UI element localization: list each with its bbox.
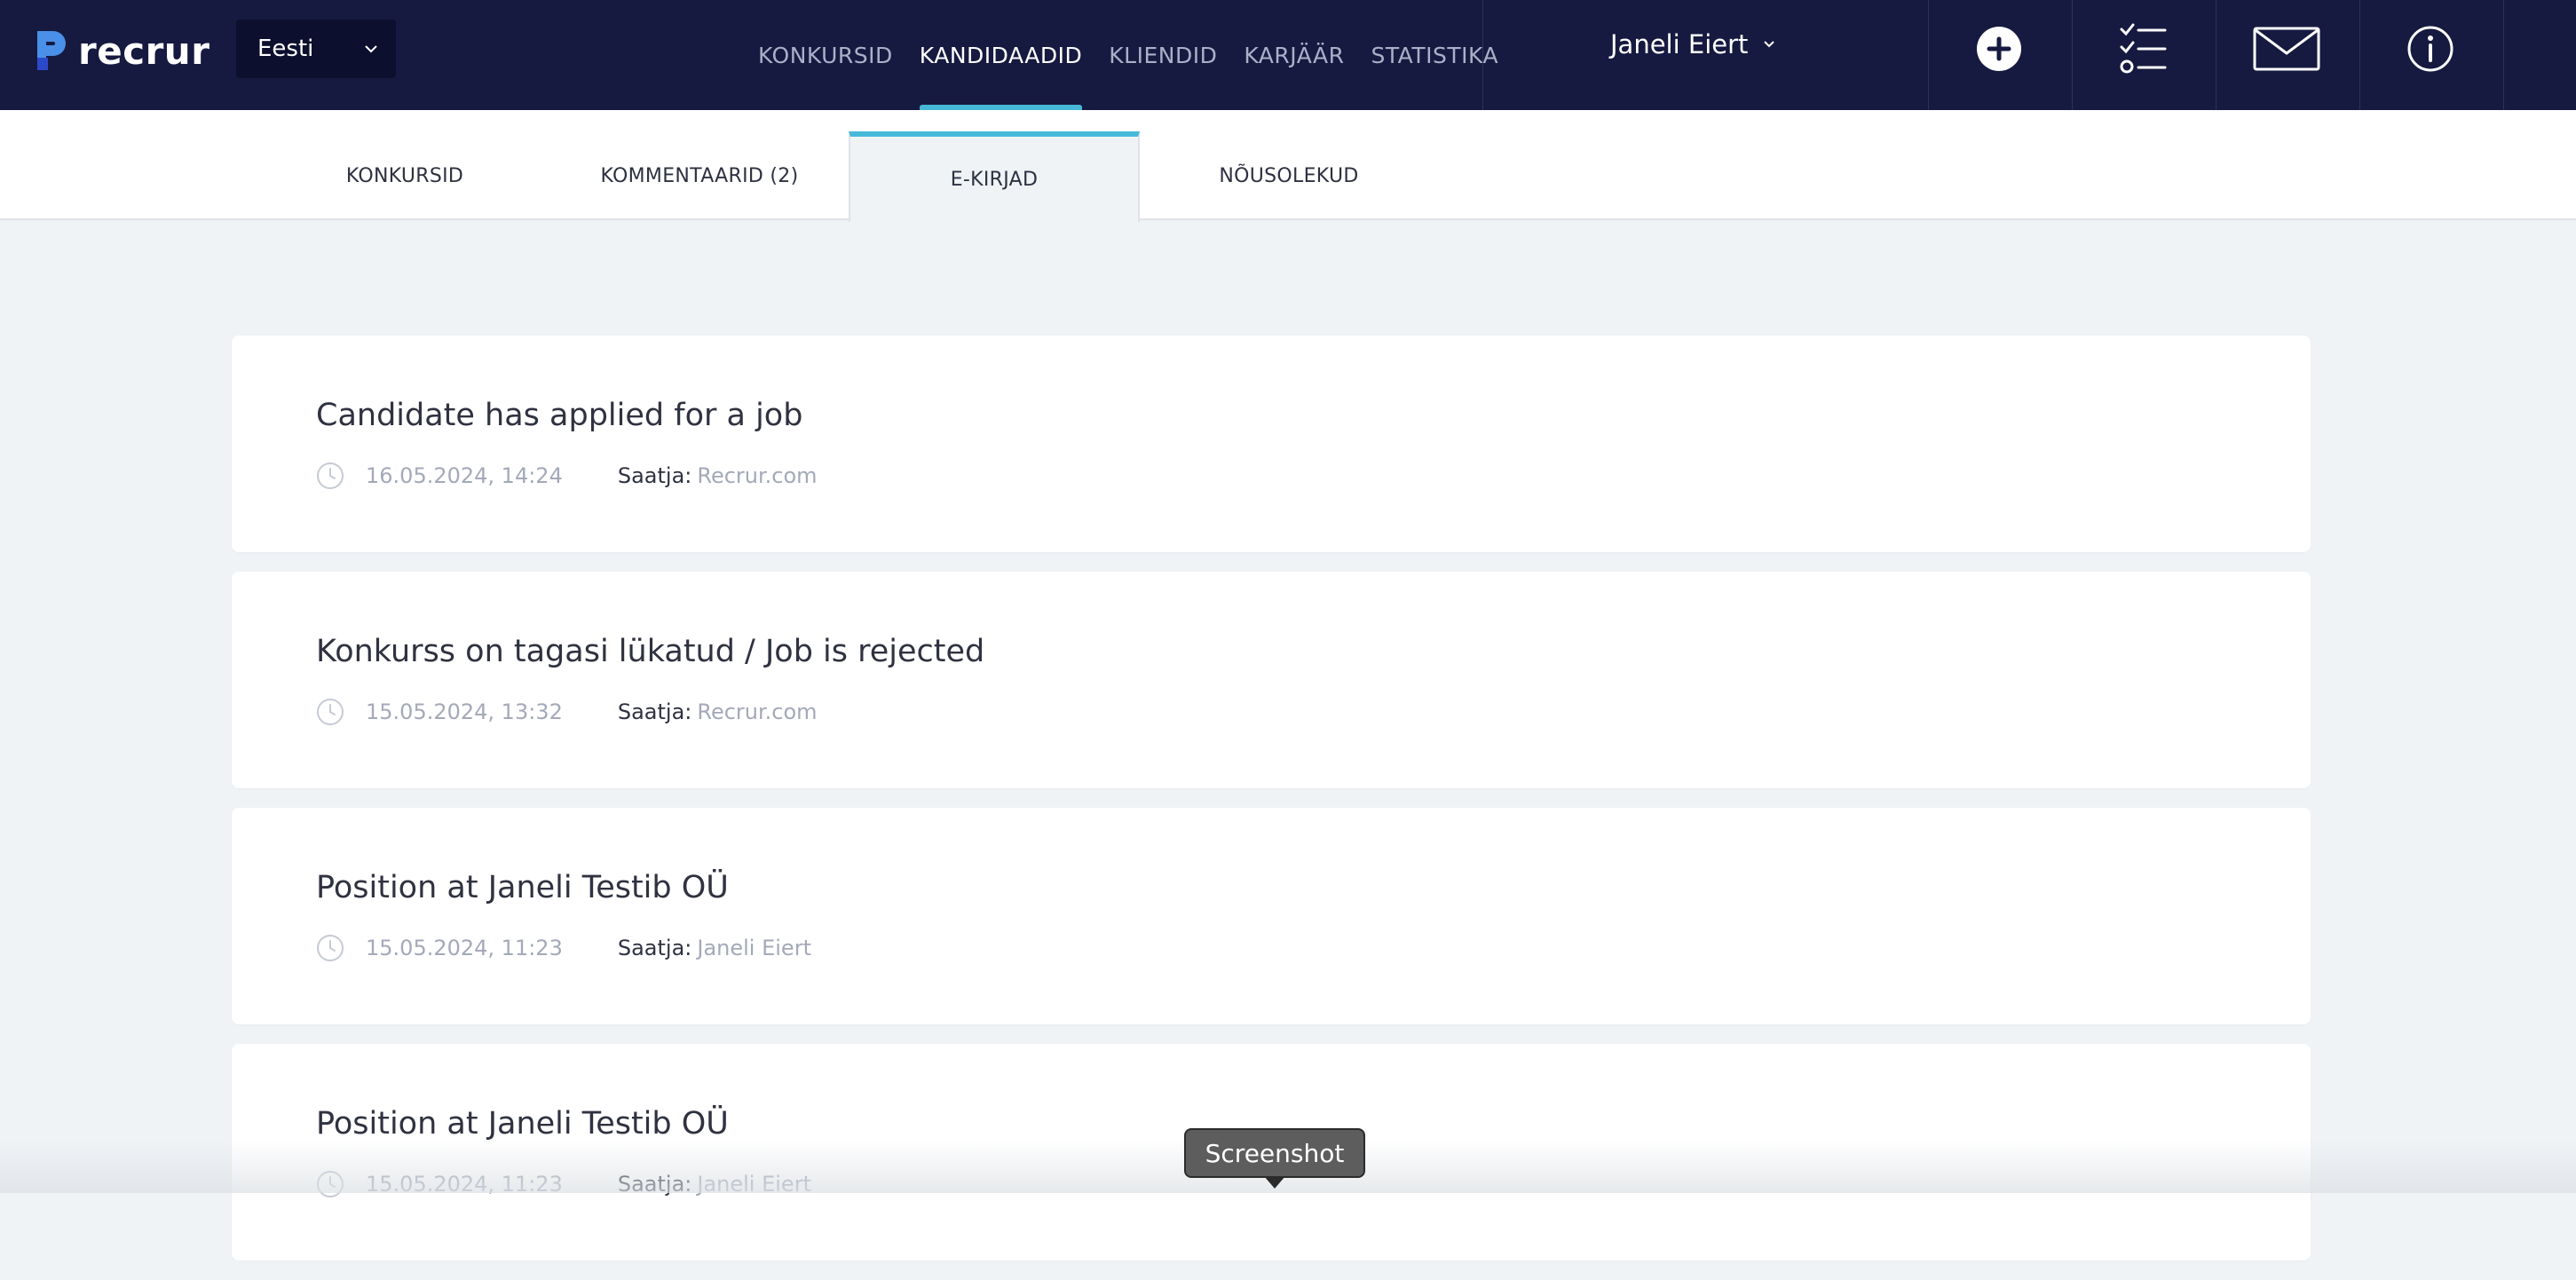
clock-icon [316, 1170, 344, 1198]
plus-circle-icon [1975, 25, 2023, 73]
nav-item-statistika[interactable]: STATISTIKA [1371, 0, 1498, 110]
tasks-button[interactable] [2072, 0, 2214, 98]
clock-icon [316, 934, 344, 962]
chevron-down-icon [1762, 37, 1776, 51]
email-meta: 15.05.2024, 11:23 Saatja: Janeli Eiert [316, 932, 811, 964]
tooltip-arrow [1264, 1176, 1285, 1189]
email-date: 16.05.2024, 14:24 [366, 463, 563, 488]
messages-button[interactable] [2216, 0, 2358, 98]
email-meta: 15.05.2024, 13:32 Saatja: Recrur.com [316, 696, 818, 728]
recrur-logo[interactable]: recrur [36, 28, 209, 73]
email-subject: Konkurss on tagasi lükatud / Job is reje… [316, 634, 984, 669]
email-card[interactable]: Position at Janeli Testib OÜ 15.05.2024,… [232, 808, 2311, 1024]
email-subject: Position at Janeli Testib OÜ [316, 1106, 729, 1142]
top-navigation-bar: recrur Eesti KONKURSID KANDIDAADID KLIEN… [0, 0, 2576, 110]
tab-nousolekud[interactable]: NÕUSOLEKUD [1173, 131, 1404, 220]
mail-icon [2253, 27, 2320, 71]
screenshot-tooltip: Screenshot [1184, 1128, 1365, 1178]
sender-value: Recrur.com [697, 463, 817, 488]
nav-divider [2503, 0, 2504, 110]
logo-text: recrur [78, 29, 209, 73]
info-button[interactable] [2359, 0, 2501, 98]
nav-item-kandidaadid[interactable]: KANDIDAADID [920, 0, 1082, 110]
sender-label: Saatja: [618, 463, 692, 488]
email-date: 15.05.2024, 11:23 [366, 936, 563, 960]
sender-label: Saatja: [618, 699, 692, 724]
tab-kommentaarid[interactable]: KOMMENTAARID (2) [568, 131, 831, 220]
nav-item-kliendid[interactable]: KLIENDID [1109, 0, 1217, 110]
email-card[interactable]: Candidate has applied for a job 16.05.20… [232, 336, 2311, 552]
nav-item-konkursid[interactable]: KONKURSID [758, 0, 893, 110]
language-select-value: Eesti [257, 36, 313, 62]
main-nav: KONKURSID KANDIDAADID KLIENDID KARJÄÄR S… [758, 0, 1525, 110]
clock-icon [316, 698, 344, 726]
user-menu[interactable]: Janeli Eiert [1610, 0, 1776, 89]
sender-value: Recrur.com [697, 699, 817, 724]
tab-e-kirjad[interactable]: E-KIRJAD [849, 131, 1140, 222]
sender-value: Janeli Eiert [697, 936, 811, 960]
sender-label: Saatja: [618, 936, 692, 960]
email-date: 15.05.2024, 13:32 [366, 699, 563, 724]
info-icon [2406, 25, 2454, 73]
nav-item-karjaar[interactable]: KARJÄÄR [1244, 0, 1344, 110]
tab-konkursid[interactable]: KONKURSID [289, 131, 520, 220]
logo-mark-icon [36, 29, 67, 72]
email-meta: 16.05.2024, 14:24 Saatja: Recrur.com [316, 460, 818, 492]
language-select[interactable]: Eesti [236, 20, 396, 78]
email-subject: Candidate has applied for a job [316, 398, 802, 433]
checklist-icon [2119, 22, 2167, 75]
chevron-down-icon [364, 42, 378, 56]
email-meta: 15.05.2024, 11:23 Saatja: Janeli Eiert [316, 1168, 811, 1200]
nav-divider [1482, 0, 1483, 110]
clock-icon [316, 462, 344, 490]
email-subject: Position at Janeli Testib OÜ [316, 870, 729, 905]
candidate-subtabs: KONKURSID KOMMENTAARID (2) E-KIRJAD NÕUS… [0, 110, 2576, 220]
user-name: Janeli Eiert [1610, 29, 1748, 59]
add-button[interactable] [1928, 0, 2070, 98]
email-card[interactable]: Konkurss on tagasi lükatud / Job is reje… [232, 572, 2311, 788]
